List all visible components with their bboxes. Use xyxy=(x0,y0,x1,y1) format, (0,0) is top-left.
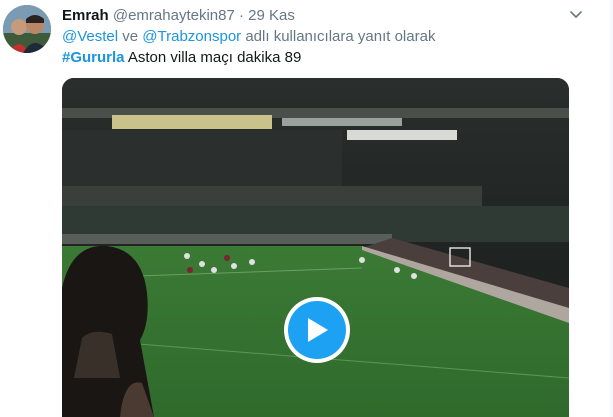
separator-dot: · xyxy=(239,7,244,24)
chevron-down-icon[interactable] xyxy=(568,8,584,22)
avatar[interactable] xyxy=(3,5,51,53)
tweet-body: Aston villa maçı dakika 89 xyxy=(127,49,302,66)
tweet-header: Emrah @emrahaytekin87 · 29 Kas xyxy=(62,7,295,24)
replying-suffix: adlı kullanıcılara yanıt olarak xyxy=(245,28,436,45)
mention-trabzonspor[interactable]: @Trabzonspor xyxy=(142,28,241,45)
replying-to: @Vestel ve @Trabzonspor adlı kullanıcıla… xyxy=(62,28,435,45)
play-button[interactable] xyxy=(284,297,350,363)
tweet: Emrah @emrahaytekin87 · 29 Kas @Vestel v… xyxy=(0,0,613,417)
video-thumbnail[interactable] xyxy=(62,78,569,417)
mention-vestel[interactable]: @Vestel xyxy=(62,28,118,45)
tweet-text: #Gururla Aston villa maçı dakika 89 xyxy=(62,49,301,66)
replying-connector: ve xyxy=(122,28,139,45)
author-name[interactable]: Emrah xyxy=(62,7,109,24)
author-handle[interactable]: @emrahaytekin87 xyxy=(113,7,235,24)
tweet-timestamp[interactable]: 29 Kas xyxy=(248,7,295,24)
play-icon xyxy=(288,301,346,359)
hashtag-link[interactable]: #Gururla xyxy=(62,49,125,66)
